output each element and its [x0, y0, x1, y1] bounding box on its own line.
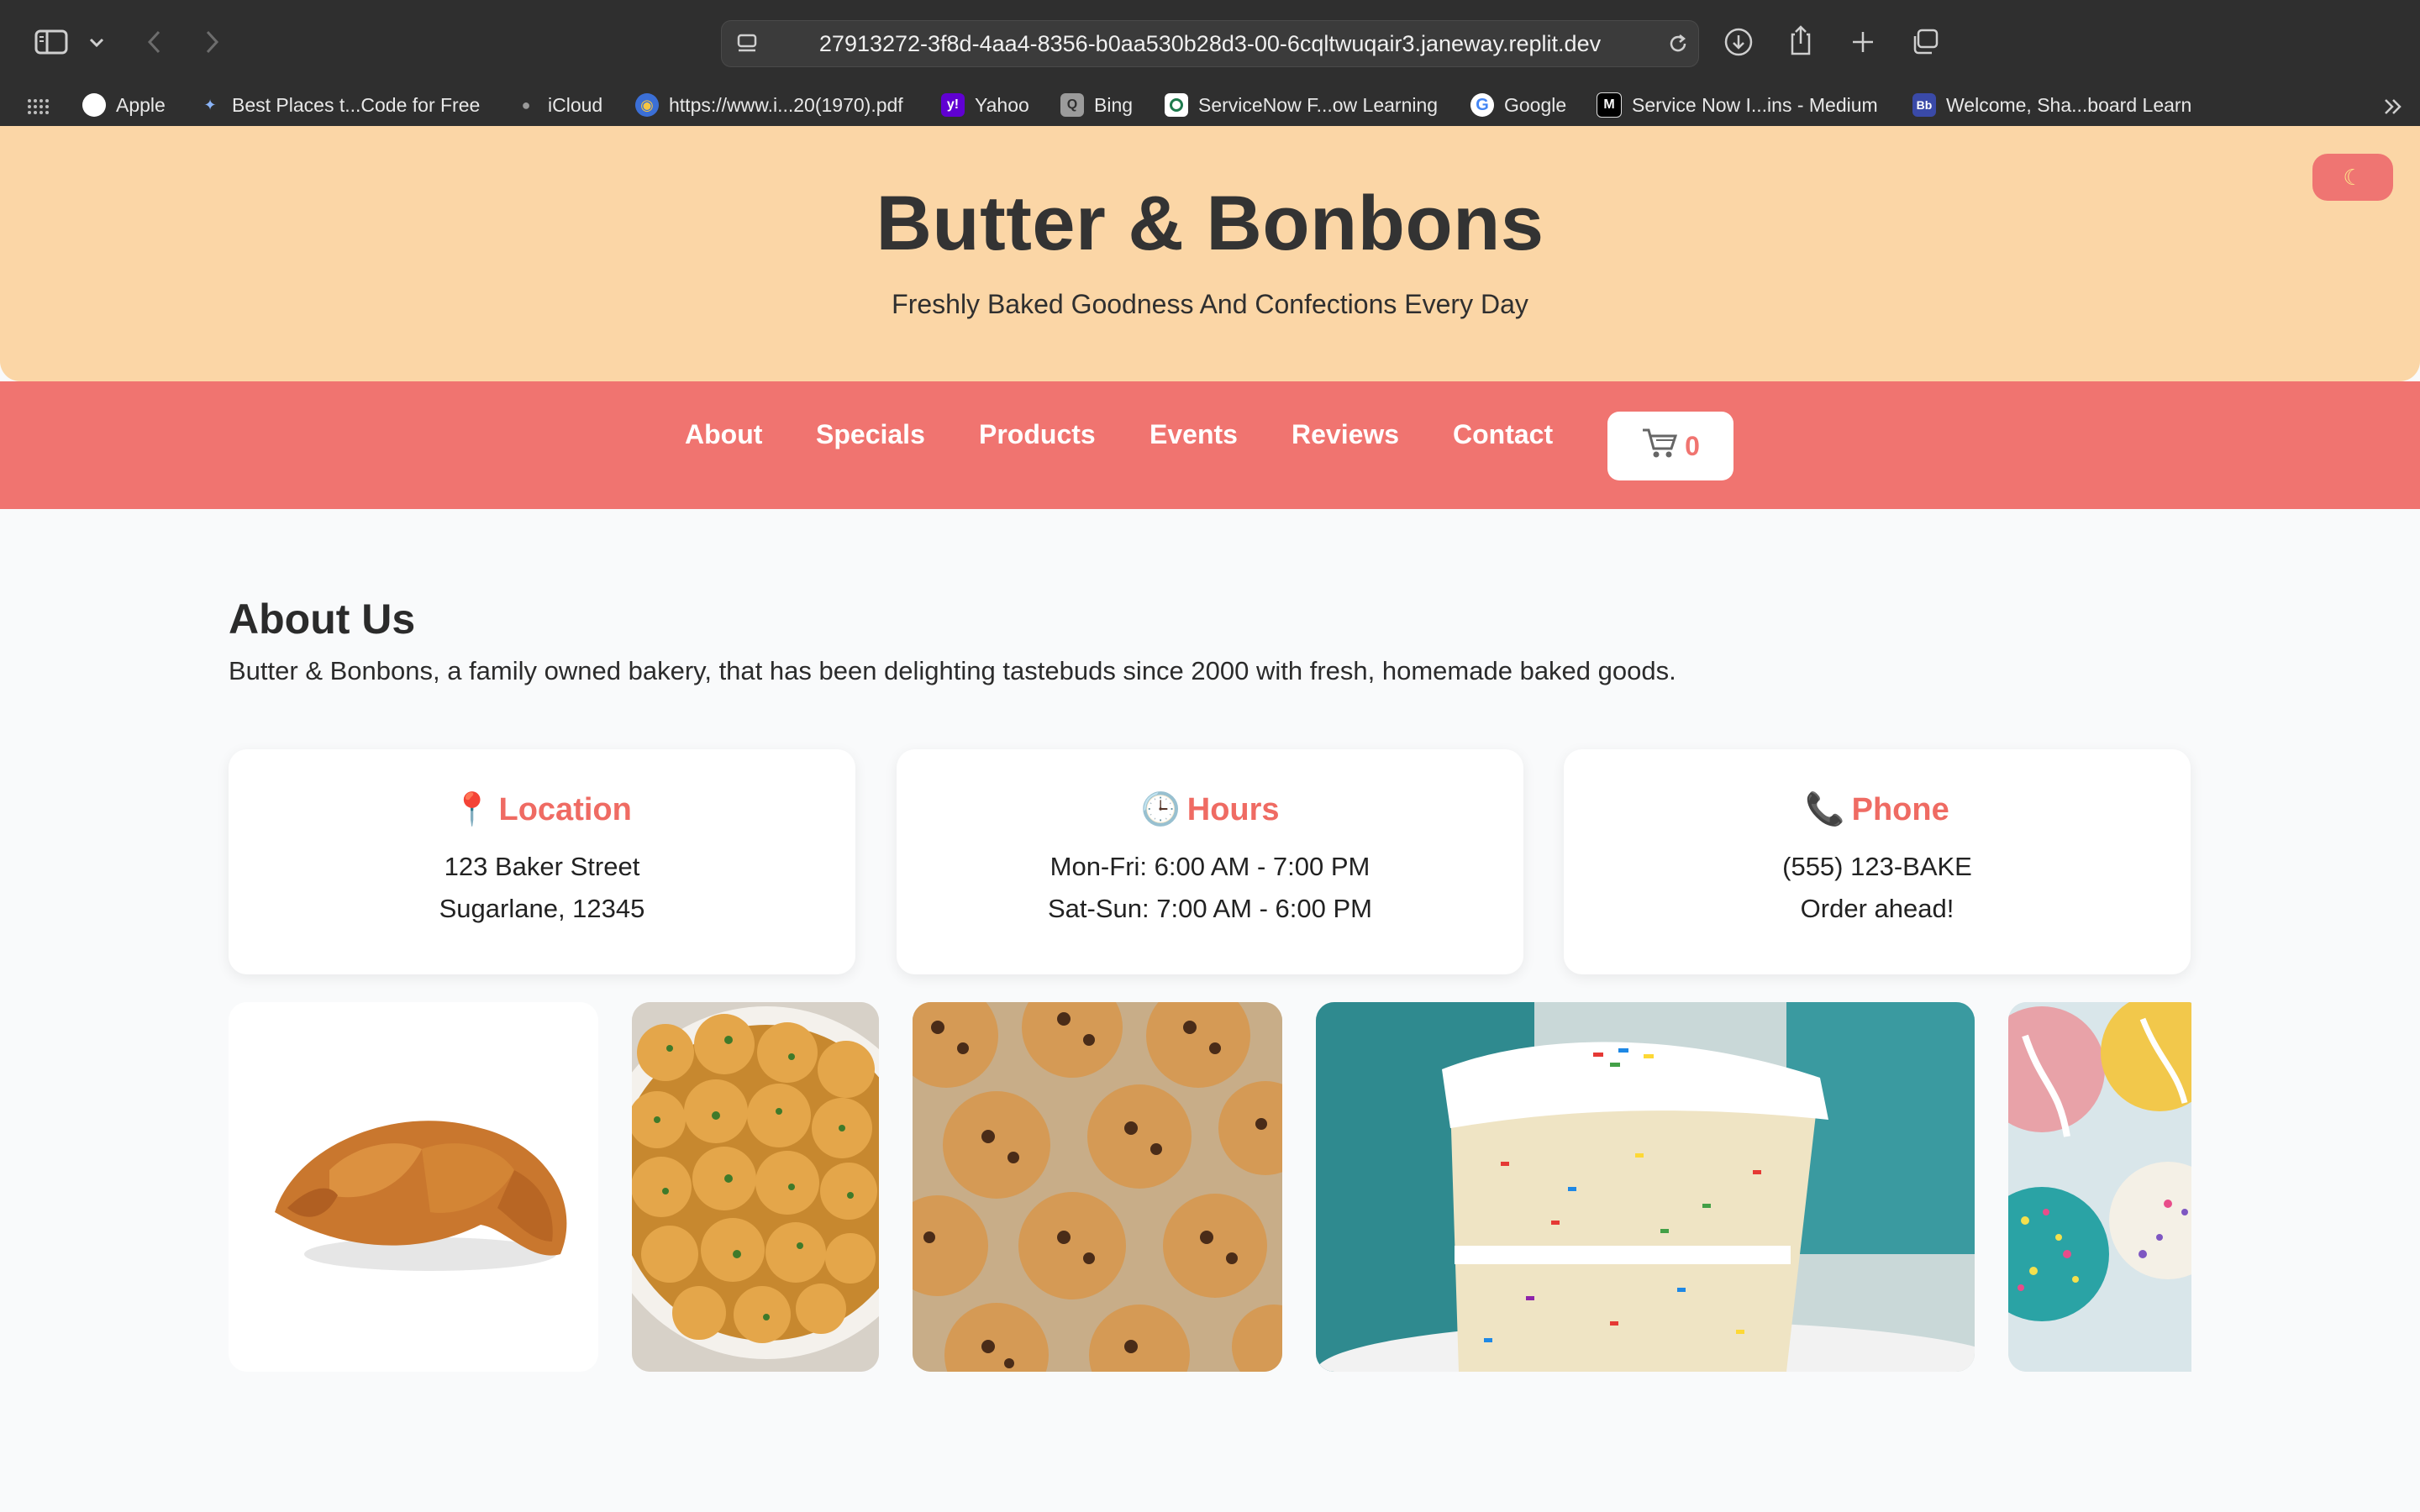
forward-icon[interactable]	[200, 25, 225, 59]
cart-icon	[1641, 426, 1678, 466]
bookmark-pdf[interactable]: ◉ https://www.i...20(1970).pdf	[635, 89, 903, 121]
nav-link-about[interactable]: About	[685, 413, 762, 455]
card-line: Sat-Sun: 7:00 AM - 6:00 PM	[1048, 894, 1372, 923]
card-line: 123 Baker Street	[444, 852, 640, 881]
clock-icon: 🕒	[1140, 792, 1181, 827]
card-line: (555) 123-BAKE	[1782, 852, 1972, 881]
apps-grid-icon[interactable]	[25, 96, 50, 116]
bookmark-label: iCloud	[548, 93, 603, 116]
bookmark-label: Welcome, Sha...board Learn	[1946, 93, 2192, 116]
card-line: Mon-Fri: 6:00 AM - 7:00 PM	[1050, 852, 1370, 881]
theme-toggle-button[interactable]: ☾	[2312, 154, 2393, 201]
card-title-text: Phone	[1851, 792, 1949, 827]
funfetti-cake-image	[1316, 1002, 1975, 1372]
bookmark-label: Best Places t...Code for Free	[232, 93, 481, 116]
nav-link-specials[interactable]: Specials	[816, 413, 925, 455]
nav-link-reviews[interactable]: Reviews	[1292, 413, 1399, 455]
card-title-text: Location	[498, 792, 632, 827]
url-text: 27913272-3f8d-4aa4-8356-b0aa530b28d3-00-…	[818, 31, 1602, 56]
cookies-image	[913, 1002, 1282, 1372]
bookmark-apple[interactable]: Apple	[82, 89, 166, 121]
sparkle-icon: ✦	[203, 96, 217, 113]
cart-button[interactable]: 0	[1607, 412, 1733, 480]
about-text: Butter & Bonbons, a family owned bakery,…	[229, 656, 1676, 685]
chevron-down-icon[interactable]	[84, 30, 109, 55]
browser-toolbar: 27913272-3f8d-4aa4-8356-b0aa530b28d3-00-…	[0, 0, 2420, 84]
bookmark-google[interactable]: G Google	[1470, 89, 1566, 121]
card-title: 📍 Location	[229, 791, 855, 828]
tab-overview-icon[interactable]	[1907, 24, 1943, 60]
bookmark-label: Yahoo	[975, 93, 1029, 116]
hours-card: 🕒 Hours Mon-Fri: 6:00 AM - 7:00 PM Sat-Su…	[897, 749, 1523, 974]
site-header: Butter & Bonbons Freshly Baked Goodness …	[0, 126, 2420, 381]
bookmark-servicenow-learning[interactable]: ServiceNow F...ow Learning	[1165, 89, 1438, 121]
phone-card: 📞 Phone (555) 123-BAKE Order ahead!	[1564, 749, 2191, 974]
download-icon[interactable]	[1721, 24, 1756, 60]
bookmark-label: Apple	[116, 93, 166, 116]
bookmark-label: Google	[1504, 93, 1567, 116]
moon-icon: ☾	[2343, 164, 2363, 190]
apple-icon: ●	[521, 96, 531, 113]
location-card: 📍 Location 123 Baker Street Sugarlane, 12…	[229, 749, 855, 974]
bookmark-label: https://www.i...20(1970).pdf	[669, 93, 903, 116]
bookmark-yahoo[interactable]: y! Yahoo	[941, 89, 1029, 121]
bookmarks-bar: Apple ✦ Best Places t...Code for Free ● …	[0, 84, 2420, 126]
pin-icon: 📍	[452, 792, 492, 827]
site-tagline: Freshly Baked Goodness And Confections E…	[892, 289, 1528, 319]
servicenow-icon	[1165, 93, 1188, 117]
nav-link-contact[interactable]: Contact	[1453, 413, 1553, 455]
bookmark-blackboard[interactable]: Bb Welcome, Sha...board Learn	[1912, 89, 2191, 121]
globe-icon: ◉	[635, 93, 659, 117]
bookmark-label: Bing	[1094, 93, 1134, 116]
card-title: 🕒 Hours	[897, 791, 1523, 828]
sidebar-toggle-icon[interactable]	[32, 25, 71, 59]
main-nav: About Specials Products Events Reviews C…	[0, 381, 2420, 509]
bookmark-medium[interactable]: M Service Now I...ins - Medium	[1597, 89, 1878, 121]
new-tab-icon[interactable]	[1845, 24, 1881, 60]
bookmark-label: ServiceNow F...ow Learning	[1198, 93, 1439, 116]
search-icon: Q	[1060, 93, 1084, 117]
card-title-text: Hours	[1186, 792, 1280, 827]
croissant-image	[229, 1002, 598, 1372]
site-title: Butter & Bonbons	[876, 181, 1544, 266]
nav-link-events[interactable]: Events	[1150, 413, 1238, 455]
about-title: About Us	[229, 596, 416, 643]
medium-icon: M	[1597, 92, 1622, 118]
yahoo-icon: y!	[941, 93, 965, 117]
bookmark-icloud[interactable]: ● iCloud	[514, 89, 603, 121]
bookmark-label: Service Now I...ins - Medium	[1632, 93, 1878, 116]
apple-icon	[82, 93, 106, 117]
bookmark-best-places[interactable]: ✦ Best Places t...Code for Free	[198, 89, 480, 121]
blackboard-icon: Bb	[1912, 93, 1936, 117]
more-bookmarks-icon[interactable]	[2380, 94, 2407, 119]
card-title: 📞 Phone	[1564, 791, 2191, 828]
cart-count: 0	[1685, 430, 1700, 461]
phone-icon: 📞	[1805, 792, 1845, 827]
card-line: Sugarlane, 12345	[439, 894, 645, 923]
garlic-rolls-image	[632, 1002, 879, 1372]
bookmark-bing[interactable]: Q Bing	[1060, 89, 1133, 121]
reload-icon[interactable]	[1663, 29, 1693, 58]
address-bar[interactable]: 27913272-3f8d-4aa4-8356-b0aa530b28d3-00-…	[721, 20, 1699, 67]
nav-link-products[interactable]: Products	[979, 413, 1096, 455]
product-gallery[interactable]	[229, 1002, 2191, 1372]
cake-pops-image	[2008, 1002, 2191, 1372]
back-icon[interactable]	[141, 25, 166, 59]
share-icon[interactable]	[1783, 20, 1818, 60]
browser-chrome: 27913272-3f8d-4aa4-8356-b0aa530b28d3-00-…	[0, 0, 2420, 126]
card-line: Order ahead!	[1800, 894, 1954, 923]
google-icon: G	[1470, 93, 1494, 117]
